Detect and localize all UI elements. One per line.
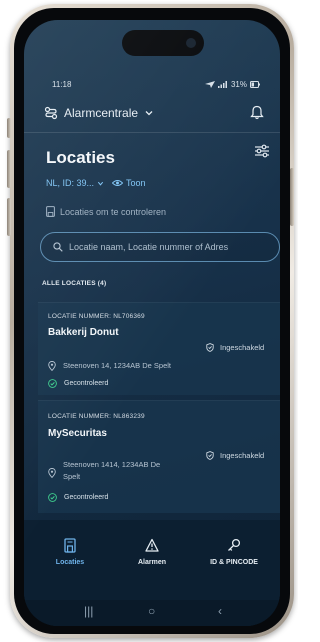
system-nav-bar: ||| ○ ‹ [24,600,280,626]
tab-alarmen[interactable]: Alarmen [112,538,192,566]
side-button-volume-down [7,198,11,236]
location-number: LOCATIE NUMMER: NL863239 [48,413,145,420]
check-status: Gecontroleerd [48,493,108,502]
dynamic-island [122,30,204,56]
tab-id-pincode[interactable]: ID & PINCODE [194,538,274,566]
location-number: LOCATIE NUMMER: NL706369 [48,313,145,320]
page-title: Locaties [46,148,115,167]
tab-locaties[interactable]: Locaties [30,538,110,566]
side-button-power [290,168,294,226]
building-icon [46,206,55,217]
location-address: Steenoven 14, 1234AB De Spelt [48,361,171,371]
search-input[interactable] [69,242,279,252]
map-pin-icon [48,468,56,478]
header-bar: Alarmcentrale [44,102,270,124]
battery-icon [250,81,260,88]
location-address: Steenoven 1414, 1234AB De Spelt [48,459,178,483]
header-divider [24,132,280,133]
arm-state-label: Ingeschakeld [220,451,265,460]
chevron-down-icon[interactable] [144,108,154,118]
location-address-text: Steenoven 14, 1234AB De Spelt [63,361,171,370]
recents-button[interactable]: ||| [84,604,93,618]
bottom-tab-bar: Locaties Alarmen ID & PINCODE [24,520,280,600]
location-address-text: Steenoven 1414, 1234AB De Spelt [63,460,161,481]
battery-percentage: 31% [230,80,247,89]
check-status-label: Gecontroleerd [64,494,109,501]
route-icon [44,106,58,120]
map-pin-icon [48,361,56,371]
location-name: Bakkerij Donut [48,327,119,338]
home-button[interactable]: ○ [148,604,155,618]
tab-label: Locaties [55,559,85,566]
tab-label: Alarmen [137,559,166,566]
stage: 11:18 31% Alarmcentrale Locaties NL, ID:… [0,0,298,642]
back-button[interactable]: ‹ [218,604,222,618]
check-status-label: Gecontroleerd [64,380,109,387]
status-indicators: 31% [204,80,260,89]
locations-to-check-link[interactable]: Locaties om te controleren [46,206,166,217]
shield-icon [206,451,214,460]
app-screen: 11:18 31% Alarmcentrale Locaties NL, ID:… [24,20,280,626]
building-icon [64,538,76,553]
search-bar[interactable] [40,232,280,262]
check-circle-icon [48,379,57,388]
status-bar: 11:18 31% [24,80,280,94]
list-section-label: ALLE LOCATIES (4) [42,280,107,287]
check-circle-icon [48,493,57,502]
notification-bell-icon[interactable] [250,105,264,120]
tab-label: ID & PINCODE [210,559,258,566]
chevron-down-icon[interactable] [97,180,104,187]
locations-to-check-label: Locaties om te controleren [60,206,167,217]
search-icon [53,242,63,252]
side-button-action [7,118,11,138]
location-card[interactable]: LOCATIE NUMMER: NL706369 Bakkerij Donut … [38,302,280,395]
signal-icon [217,81,227,88]
location-name: MySecuritas [48,428,107,439]
shield-icon [206,343,214,352]
status-time: 11:18 [52,80,72,89]
arm-state: Ingeschakeld [206,343,264,352]
filter-sliders-icon[interactable] [254,144,270,158]
arm-state-label: Ingeschakeld [220,343,265,352]
side-button-volume-up [7,150,11,188]
filter-row: NL, ID: 39... Toon [46,178,146,188]
camera-icon [186,38,196,48]
location-card[interactable]: LOCATIE NUMMER: NL863239 MySecuritas Ing… [38,400,280,513]
location-arrow-icon [204,81,215,88]
show-toggle-link[interactable]: Toon [126,178,146,188]
check-status: Gecontroleerd [48,379,108,388]
key-icon [228,538,241,551]
eye-icon[interactable] [112,179,124,187]
central-selector-label[interactable]: Alarmcentrale [64,106,138,120]
warning-triangle-icon [145,538,159,552]
filter-summary-dropdown[interactable]: NL, ID: 39... [46,178,94,188]
arm-state: Ingeschakeld [206,451,264,460]
